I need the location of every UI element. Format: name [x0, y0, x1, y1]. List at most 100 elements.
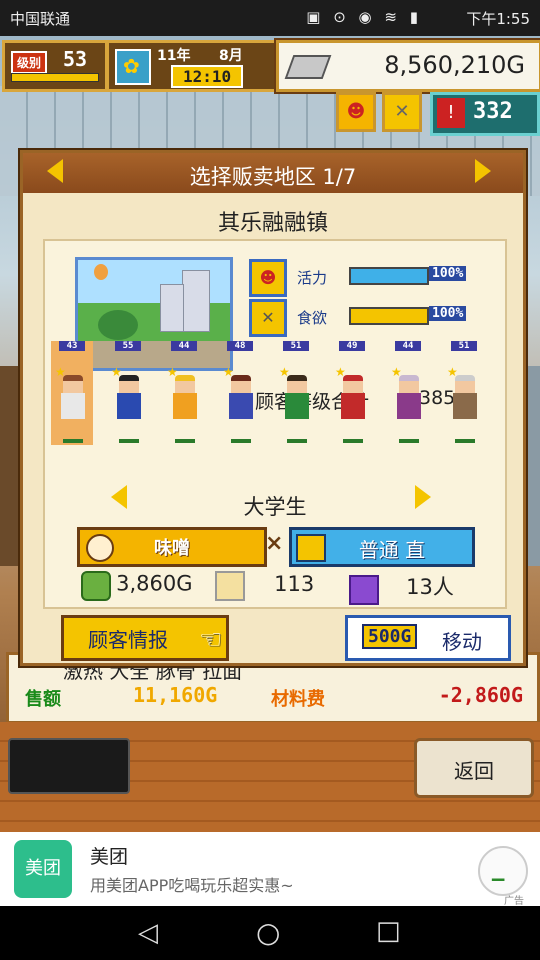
- navigation-bar: ◁ ○ □: [0, 906, 540, 960]
- customer-level: 44: [171, 341, 197, 351]
- level-progress-bar: [11, 73, 99, 82]
- appetite-bar: [349, 307, 429, 325]
- favorite-flavor-label: 味噌: [154, 538, 190, 559]
- menu-button[interactable]: [8, 738, 130, 794]
- customer-level: 48: [227, 341, 253, 351]
- meituan-logo: 美团: [14, 840, 72, 898]
- favorite-noodle-label: 普通 直: [358, 538, 426, 562]
- region-info-panel: ☻ 活力 100% ✕ 食欲 100% 顾客等级合计 385 43 ★ 55 ★ 44 ★…: [43, 239, 507, 609]
- sales-value: 11,160G: [133, 683, 218, 707]
- status-bar: 中国联通 ▣ ⊙ ◉ ≋ ▮ 下午1:55: [0, 0, 540, 36]
- customer-underline: [63, 439, 83, 443]
- vitality-icon: ☻: [249, 259, 287, 297]
- people-stat: 13人: [349, 571, 454, 605]
- customer-level: 49: [339, 341, 365, 351]
- move-cost: 500G: [362, 624, 418, 649]
- research-count: 332: [473, 99, 513, 124]
- download-icon: ▁: [492, 862, 505, 881]
- level-value: 53: [63, 47, 88, 71]
- carrier-label: 中国联通: [10, 10, 71, 28]
- sales-label: 售额: [25, 689, 61, 710]
- dialog-header: 选择贩卖地区 1/7: [23, 153, 523, 193]
- move-label: 移动: [442, 630, 482, 654]
- region-select-dialog: 选择贩卖地区 1/7 其乐融融镇 ☻ 活力 100% ✕ 食欲 100% 顾客等…: [20, 150, 526, 666]
- customer-item[interactable]: 51 ★: [443, 341, 485, 445]
- customer-item[interactable]: 49 ★: [331, 341, 373, 445]
- customer-underline: [175, 439, 195, 443]
- customer-sprite: [339, 371, 367, 429]
- customer-underline: [455, 439, 475, 443]
- material-cost-label: 材料费: [271, 689, 325, 710]
- customer-level: 51: [451, 341, 477, 351]
- town-picture: [75, 257, 233, 371]
- spoon-stat: 113: [215, 571, 314, 601]
- people-value: 13人: [406, 575, 454, 599]
- favorite-noodle-tag: 普通 直: [289, 527, 475, 567]
- customer-level: 43: [59, 341, 85, 351]
- dialog-title: 选择贩卖地区 1/7: [189, 165, 357, 189]
- town-name: 其乐融融镇: [217, 211, 328, 236]
- level-tag: 级别: [11, 51, 48, 74]
- customer-item[interactable]: 44 ★: [163, 341, 205, 445]
- budget-stat: 3,860G: [81, 571, 193, 601]
- hud-icon-row: ☻ ✕: [336, 92, 428, 132]
- customer-sprite: [451, 371, 479, 429]
- customer-item[interactable]: 43 ★: [51, 341, 93, 445]
- budget-value: 3,860G: [116, 571, 193, 596]
- customer-sprite: [59, 371, 87, 429]
- customer-underline: [399, 439, 419, 443]
- game-time: 12:10: [171, 65, 244, 88]
- money-icon: [284, 55, 332, 79]
- date-panel[interactable]: ✿ 11年 8月 12:10: [106, 40, 278, 92]
- customer-underline: [231, 439, 251, 443]
- customer-level: 55: [115, 341, 141, 351]
- customer-underline: [119, 439, 139, 443]
- customer-item[interactable]: 48 ★: [219, 341, 261, 445]
- customer-sprite: [395, 371, 423, 429]
- sunflower-icon: ✿: [115, 49, 151, 85]
- utensils-icon: ✕: [249, 299, 287, 337]
- customer-level: 44: [395, 341, 421, 351]
- ad-download-button[interactable]: ▁: [478, 846, 528, 896]
- money-value: 8,560,210G: [384, 51, 525, 79]
- appetite-value: 100%: [429, 306, 467, 321]
- research-count-panel[interactable]: ! 332: [430, 92, 540, 136]
- level-panel[interactable]: 级别 53: [2, 40, 108, 92]
- customer-underline: [343, 439, 363, 443]
- ad-tag: 广告: [504, 896, 524, 907]
- stat-label-vitality: 活力: [297, 269, 328, 287]
- ad-title: 美团: [90, 846, 129, 868]
- vitality-bar: [349, 267, 429, 285]
- back-button[interactable]: 返回: [414, 738, 534, 798]
- ad-banner[interactable]: 美团 美团 用美团APP吃喝玩乐超实惠~: [0, 832, 540, 906]
- customer-sprite: [115, 371, 143, 429]
- times-sign: ×: [265, 531, 284, 556]
- utensils-icon[interactable]: ✕: [382, 92, 422, 132]
- customer-level: 51: [283, 341, 309, 351]
- stat-label-appetite: 食欲: [297, 309, 328, 327]
- customer-item[interactable]: 55 ★: [107, 341, 149, 445]
- move-button[interactable]: 500G 移动: [345, 615, 511, 661]
- left-scenery: [0, 366, 22, 566]
- nav-recent-icon[interactable]: □: [376, 916, 401, 946]
- spoon-icon: [215, 571, 245, 601]
- ad-subtitle: 用美团APP吃喝玩乐超实惠~: [90, 876, 294, 895]
- wallet-icon: [81, 571, 111, 601]
- month-label: 8月: [219, 48, 243, 64]
- customer-sprite: [227, 371, 255, 429]
- customer-item[interactable]: 51 ★: [275, 341, 317, 445]
- pointing-hand-icon: ☜: [199, 625, 223, 655]
- customer-item[interactable]: 44 ★: [387, 341, 429, 445]
- customer-info-label: 顾客情报: [88, 628, 168, 652]
- person-icon: [349, 574, 379, 605]
- lightbulb-icon: !: [437, 98, 465, 128]
- nav-home-icon[interactable]: ○: [256, 916, 280, 949]
- spoon-value: 113: [274, 571, 315, 596]
- money-panel[interactable]: 8,560,210G: [276, 40, 540, 92]
- next-region-arrow-icon[interactable]: [475, 159, 491, 183]
- material-cost-value: -2,860G: [438, 683, 523, 707]
- back-button-label: 返回: [454, 759, 494, 783]
- nav-back-icon[interactable]: ◁: [138, 918, 158, 948]
- customer-sprite: [283, 371, 311, 429]
- vitality-icon[interactable]: ☻: [336, 92, 376, 132]
